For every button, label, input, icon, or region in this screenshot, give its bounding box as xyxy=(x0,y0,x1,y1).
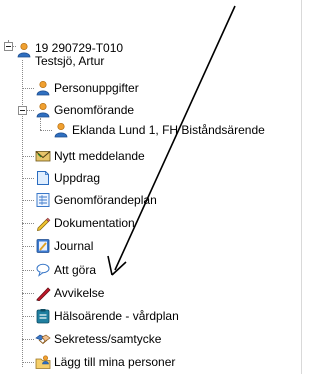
tree-item-label: Personuppgifter xyxy=(54,81,139,95)
tree-item-avvikelse[interactable]: Avvikelse xyxy=(35,283,104,303)
tree-line xyxy=(22,200,34,201)
tree-line xyxy=(22,88,34,89)
tree-item-genomforandeplan[interactable]: Genomförandeplan xyxy=(35,190,157,210)
tree-item-genomforande[interactable]: Genomförande xyxy=(35,100,134,120)
tree-item-label: Dokumentation xyxy=(54,216,135,230)
clipboard-icon xyxy=(35,308,51,324)
tree-line xyxy=(22,178,34,179)
tree-item-label: Hälsoärende - vårdplan xyxy=(54,309,179,323)
tree-line xyxy=(22,339,34,340)
tree-root-person[interactable]: 19 290729-T010 Testsjö, Artur xyxy=(16,42,123,68)
person-icon xyxy=(53,122,69,138)
person-icon xyxy=(35,80,51,96)
navigation-tree-panel: 19 290729-T010 Testsjö, Artur Personuppg… xyxy=(0,0,312,374)
red-pen-icon xyxy=(35,285,51,301)
tree-item-att-gora[interactable]: Att göra xyxy=(35,260,96,280)
tree-item-label: Att göra xyxy=(54,263,97,277)
tree-item-label: Lägg till mina personer xyxy=(54,355,176,369)
tree-line xyxy=(22,270,34,271)
tree-item-label: Genomförandeplan xyxy=(54,193,157,207)
panel-divider xyxy=(301,0,302,374)
person-name: Testsjö, Artur xyxy=(35,54,105,68)
collapse-genomforande-toggle[interactable] xyxy=(18,106,27,115)
tree-item-journal[interactable]: Journal xyxy=(35,236,93,256)
tree-item-uppdrag[interactable]: Uppdrag xyxy=(35,168,100,188)
tree-item-sekretess[interactable]: Sekretess/samtycke xyxy=(35,329,161,349)
person-icon xyxy=(16,42,32,58)
tree-item-dokumentation[interactable]: Dokumentation xyxy=(35,213,135,233)
envelope-icon xyxy=(35,148,51,164)
tree-item-label: Nytt meddelande xyxy=(54,149,145,163)
document-icon xyxy=(35,170,51,186)
tree-item-label: Eklanda Lund 1, FH Biståndsärende xyxy=(72,123,265,137)
folder-person-icon xyxy=(35,354,51,370)
tree-item-label: Uppdrag xyxy=(54,171,101,185)
tree-line xyxy=(22,316,34,317)
tree-line xyxy=(22,156,34,157)
tree-line xyxy=(22,362,34,363)
tree-item-lagg-till[interactable]: Lägg till mina personer xyxy=(35,352,175,372)
tree-item-label: Journal xyxy=(54,239,94,253)
person-icon xyxy=(35,102,51,118)
tree-line xyxy=(22,223,34,224)
handshake-icon xyxy=(35,331,51,347)
tree-line xyxy=(22,246,34,247)
tree-item-eklanda[interactable]: Eklanda Lund 1, FH Biståndsärende xyxy=(53,120,265,140)
tree-line xyxy=(27,110,34,111)
tree-line xyxy=(22,293,34,294)
collapse-root-toggle[interactable] xyxy=(4,42,13,51)
tree-line xyxy=(40,130,52,131)
tree-item-halsoarende[interactable]: Hälsoärende - vårdplan xyxy=(35,306,179,326)
tree-item-personuppgifter[interactable]: Personuppgifter xyxy=(35,78,139,98)
plan-icon xyxy=(35,192,51,208)
tree-item-nytt-meddelande[interactable]: Nytt meddelande xyxy=(35,146,145,166)
tree-item-label: Sekretess/samtycke xyxy=(54,332,162,346)
tree-item-label: Avvikelse xyxy=(54,286,105,300)
tree-item-label: Genomförande xyxy=(54,103,135,117)
speech-bubble-icon xyxy=(35,262,51,278)
journal-icon xyxy=(35,238,51,254)
pencil-icon xyxy=(35,215,51,231)
